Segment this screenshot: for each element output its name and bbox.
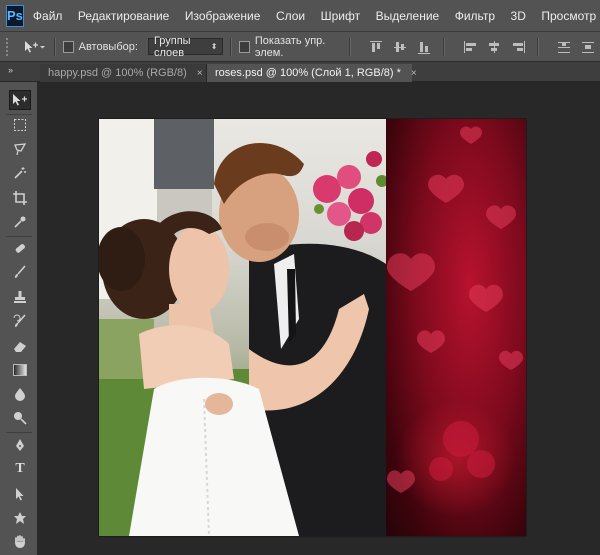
separator	[349, 37, 352, 56]
rose-bouquet	[313, 151, 388, 241]
move-tool-preset-icon	[25, 40, 46, 52]
distribute-top-icon[interactable]	[556, 39, 572, 55]
menu-image[interactable]: Изображение	[185, 9, 261, 23]
custom-shape-tool-icon[interactable]	[9, 508, 31, 528]
separator	[443, 37, 446, 56]
lasso-tool-icon[interactable]	[9, 139, 31, 159]
distribute-more-buttons	[552, 39, 600, 55]
separator	[230, 37, 233, 56]
auto-select-label: Автовыбор:	[78, 40, 138, 53]
marquee-tool-icon[interactable]	[9, 115, 31, 135]
hearts-decoration	[387, 126, 523, 493]
move-tool-icon[interactable]	[9, 90, 31, 110]
history-brush-tool-icon[interactable]	[9, 311, 31, 331]
menu-bar: Ps Файл Редактирование Изображение Слои …	[0, 0, 600, 32]
align-right-edges-icon[interactable]	[510, 39, 526, 55]
options-bar-grip[interactable]	[6, 37, 13, 56]
close-icon[interactable]: ×	[197, 68, 203, 79]
tab-label: roses.psd @ 100% (Слой 1, RGB/8) *	[215, 67, 401, 79]
menu-filter[interactable]: Фильтр	[455, 9, 495, 23]
document-tabs-bar: » happy.psd @ 100% (RGB/8) × roses.psd @…	[0, 62, 600, 82]
distribute-buttons	[458, 39, 530, 55]
path-selection-tool-icon[interactable]	[9, 484, 31, 504]
brush-tool-icon[interactable]	[9, 262, 31, 282]
tools-panel: T	[0, 82, 38, 555]
tab-label: happy.psd @ 100% (RGB/8)	[48, 67, 187, 79]
crop-tool-icon[interactable]	[9, 188, 31, 208]
menu-edit[interactable]: Редактирование	[78, 9, 169, 23]
wedding-couple-illustration	[99, 119, 388, 536]
tab-roses-psd[interactable]: roses.psd @ 100% (Слой 1, RGB/8) * ×	[207, 64, 417, 82]
align-bottom-edges-icon[interactable]	[416, 39, 432, 55]
close-icon[interactable]: ×	[411, 68, 417, 79]
menu-type[interactable]: Шрифт	[321, 9, 360, 23]
menu-3d[interactable]: 3D	[511, 9, 526, 23]
align-top-edges-icon[interactable]	[368, 39, 384, 55]
separator	[6, 432, 32, 433]
dodge-tool-icon[interactable]	[9, 408, 31, 428]
gradient-tool-icon[interactable]	[9, 360, 31, 380]
dropdown-arrows-icon: ⬍	[210, 42, 218, 51]
collapse-panel-icon[interactable]: »	[8, 65, 13, 75]
document-workspace[interactable]	[38, 82, 600, 555]
magic-wand-tool-icon[interactable]	[9, 163, 31, 183]
menu-view[interactable]: Просмотр	[541, 9, 596, 23]
options-bar: Автовыбор: Группы слоев ⬍ Показать упр. …	[0, 32, 600, 62]
menu-layers[interactable]: Слои	[276, 9, 305, 23]
distribute-vertical-centers-icon[interactable]	[580, 39, 596, 55]
auto-select-dropdown[interactable]: Группы слоев ⬍	[147, 35, 224, 59]
tool-preset-picker[interactable]	[23, 40, 47, 54]
wedding-couple-photo	[99, 119, 388, 536]
eraser-tool-icon[interactable]	[9, 336, 31, 356]
healing-brush-tool-icon[interactable]	[9, 238, 31, 258]
show-transform-label: Показать упр. элем.	[254, 34, 326, 59]
type-tool-icon[interactable]: T	[9, 459, 31, 479]
eyedropper-tool-icon[interactable]	[9, 212, 31, 232]
align-horizontal-centers-icon[interactable]	[486, 39, 502, 55]
document-canvas[interactable]	[99, 119, 526, 536]
clone-stamp-tool-icon[interactable]	[9, 287, 31, 307]
align-left-edges-icon[interactable]	[462, 39, 478, 55]
auto-select-value: Группы слоев	[153, 34, 191, 59]
menu-select[interactable]: Выделение	[376, 9, 440, 23]
blur-tool-icon[interactable]	[9, 384, 31, 404]
separator	[6, 236, 32, 237]
align-buttons	[364, 39, 436, 55]
separator	[537, 37, 539, 56]
show-transform-checkbox[interactable]	[239, 40, 250, 53]
pen-tool-icon[interactable]	[9, 435, 31, 455]
hand-tool-icon[interactable]	[9, 532, 31, 552]
separator	[54, 37, 57, 56]
photoshop-logo: Ps	[6, 4, 24, 27]
red-bokeh-background	[386, 119, 526, 536]
menu-file[interactable]: Файл	[33, 9, 63, 23]
auto-select-checkbox[interactable]	[63, 40, 74, 53]
align-vertical-centers-icon[interactable]	[392, 39, 408, 55]
tab-happy-psd[interactable]: happy.psd @ 100% (RGB/8) ×	[40, 64, 207, 82]
